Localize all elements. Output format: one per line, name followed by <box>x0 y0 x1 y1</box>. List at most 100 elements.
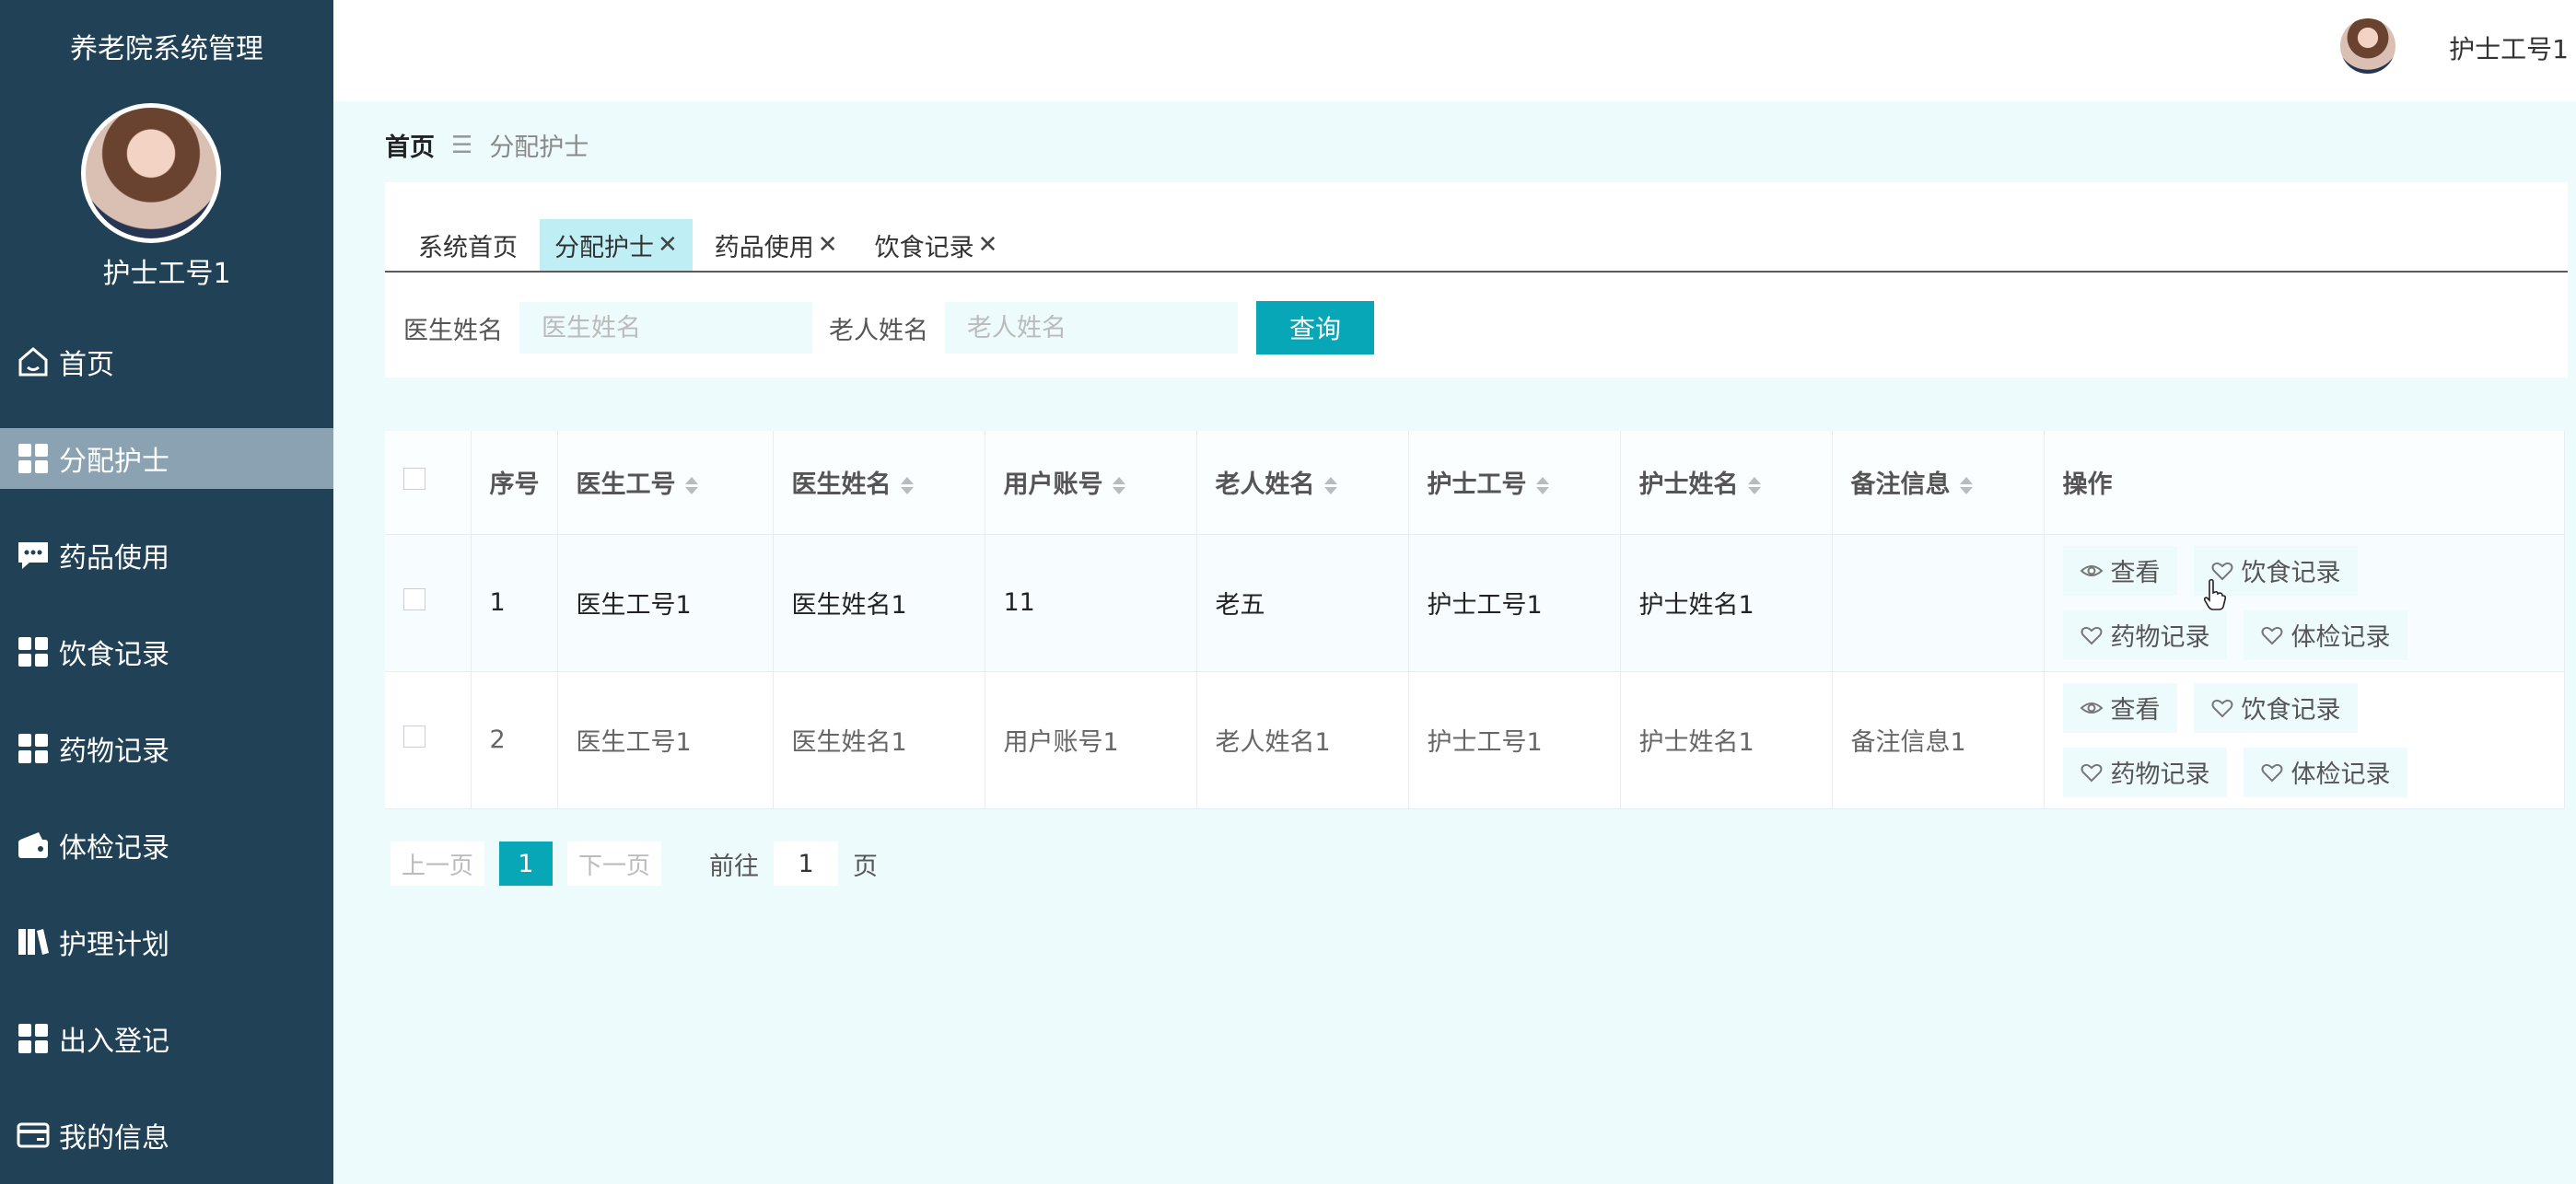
heart-icon <box>2261 626 2282 644</box>
close-icon[interactable]: ✕ <box>658 231 678 259</box>
sidebar-item-checkup-record[interactable]: 体检记录 <box>0 815 333 876</box>
column-header[interactable]: 护士姓名 <box>1620 431 1833 535</box>
table-cell: 护士姓名1 <box>1620 671 1833 809</box>
sort-icon[interactable] <box>1323 477 1337 495</box>
column-header[interactable]: 备注信息 <box>1832 431 2045 535</box>
goto-page-input[interactable] <box>774 842 839 886</box>
hand-cursor-icon <box>2203 578 2227 610</box>
table-cell: 老人姓名1 <box>1196 671 1409 809</box>
close-icon[interactable]: ✕ <box>818 231 838 259</box>
sort-icon[interactable] <box>1535 477 1549 495</box>
column-header[interactable]: 护士工号 <box>1408 431 1621 535</box>
sidebar-menu: 首页 分配护士 药品使用 饮食记录 药物记录 体检记录 护理计划 出入登记 我的… <box>0 331 333 1184</box>
view-button[interactable]: 查看 <box>2062 682 2177 733</box>
close-icon[interactable]: ✕ <box>978 231 998 259</box>
sort-icon[interactable] <box>1959 477 1973 495</box>
avatar[interactable] <box>2340 18 2395 74</box>
sidebar-item-medicine-use[interactable]: 药品使用 <box>0 525 333 586</box>
row-checkbox[interactable] <box>403 725 425 748</box>
heart-icon <box>2261 763 2282 782</box>
doctor-name-input[interactable] <box>519 302 812 354</box>
goto-label: 前往 <box>709 852 760 881</box>
data-table: 序号 医生工号 医生姓名 用户账号 老人姓名 护士工号 护士姓名 备注信息 操作… <box>385 431 2565 809</box>
sidebar-item-label: 护理计划 <box>59 929 169 961</box>
tab-bar: 系统首页 分配护士 ✕ 药品使用 ✕ 饮食记录 ✕ <box>385 219 2568 273</box>
column-header[interactable]: 医生工号 <box>557 431 774 535</box>
grid-icon <box>18 444 48 473</box>
column-header[interactable]: 用户账号 <box>985 431 1197 535</box>
tab-label: 饮食记录 <box>874 233 974 262</box>
column-header: 序号 <box>471 431 558 535</box>
eye-icon <box>2080 564 2103 576</box>
table-cell: 医生姓名1 <box>773 534 985 672</box>
tab-label: 分配护士 <box>554 233 654 262</box>
view-button[interactable]: 查看 <box>2062 545 2177 596</box>
sidebar-item-label: 出入登记 <box>59 1026 169 1058</box>
sidebar-item-label: 饮食记录 <box>59 639 169 671</box>
page-number[interactable]: 1 <box>499 842 554 886</box>
table-header-row: 序号 医生工号 医生姓名 用户账号 老人姓名 护士工号 护士姓名 备注信息 操作 <box>385 431 2565 535</box>
table-cell: 1 <box>471 534 558 672</box>
checkup-record-button[interactable]: 体检记录 <box>2243 609 2407 660</box>
sidebar-item-label: 药物记录 <box>59 736 169 768</box>
sort-icon[interactable] <box>900 477 914 495</box>
column-header[interactable]: 医生姓名 <box>773 431 985 535</box>
drug-record-button[interactable]: 药物记录 <box>2062 747 2227 797</box>
table-cell: 老五 <box>1196 534 1409 672</box>
select-all-checkbox[interactable] <box>403 468 425 491</box>
sidebar-item-entry-exit[interactable]: 出入登记 <box>0 1008 333 1069</box>
sidebar-item-label: 体检记录 <box>59 832 169 865</box>
top-bar: 护士工号1 <box>333 0 2576 101</box>
next-page-button[interactable]: 下一页 <box>567 842 662 886</box>
table-cell: 备注信息1 <box>1832 671 2045 809</box>
table-cell: 11 <box>985 534 1197 672</box>
tab-assign-nurse[interactable]: 分配护士 ✕ <box>540 219 693 271</box>
grid-icon <box>18 734 48 763</box>
sidebar-item-my-info[interactable]: 我的信息 <box>0 1105 333 1166</box>
sidebar-item-home[interactable]: 首页 <box>0 331 333 392</box>
eye-icon <box>2080 702 2103 714</box>
sort-icon[interactable] <box>684 477 698 495</box>
column-header[interactable]: 老人姓名 <box>1196 431 1409 535</box>
sidebar-item-drug-record[interactable]: 药物记录 <box>0 718 333 779</box>
search-form: 医生姓名 老人姓名 查询 <box>403 301 1374 354</box>
sidebar-item-assign-nurse[interactable]: 分配护士 <box>0 428 333 489</box>
sort-icon[interactable] <box>1112 477 1125 495</box>
sidebar: 养老院系统管理 护士工号1 首页 分配护士 药品使用 饮食记录 药物记录 体检记… <box>0 0 333 1184</box>
pagination: 上一页 1 下一页 前往 页 <box>390 842 878 886</box>
chat-icon <box>18 542 48 569</box>
table-cell: 2 <box>471 671 558 809</box>
sidebar-item-label: 药品使用 <box>59 542 169 575</box>
avatar[interactable] <box>81 103 221 243</box>
tab-medicine-use[interactable]: 药品使用 ✕ <box>700 219 853 271</box>
page-suffix: 页 <box>853 852 879 881</box>
checkup-record-button[interactable]: 体检记录 <box>2243 747 2407 797</box>
app-title: 养老院系统管理 <box>70 33 263 65</box>
drug-record-button[interactable]: 药物记录 <box>2062 609 2227 660</box>
table-row: 2 医生工号1 医生姓名1 用户账号1 老人姓名1 护士工号1 护士姓名1 备注… <box>385 671 2565 809</box>
grid-icon <box>18 637 48 667</box>
breadcrumb-current: 分配护士 <box>489 133 589 162</box>
tab-system-home[interactable]: 系统首页 <box>403 219 532 271</box>
diet-record-button[interactable]: 饮食记录 <box>2193 682 2358 733</box>
wallet-icon <box>18 832 48 858</box>
table-cell: 护士工号1 <box>1408 534 1621 672</box>
sidebar-item-label: 我的信息 <box>59 1122 169 1155</box>
actions-cell: 查看 饮食记录 药物记录 体检记录 <box>2044 671 2565 809</box>
tab-diet-record[interactable]: 饮食记录 ✕ <box>860 219 1013 271</box>
content-panel: 系统首页 分配护士 ✕ 药品使用 ✕ 饮食记录 ✕ 医生姓名 老人姓名 查询 <box>385 182 2568 377</box>
sort-icon[interactable] <box>1747 477 1761 495</box>
prev-page-button[interactable]: 上一页 <box>390 842 485 886</box>
breadcrumb-home[interactable]: 首页 <box>385 127 435 163</box>
search-button[interactable]: 查询 <box>1256 301 1374 354</box>
doctor-name-label: 医生姓名 <box>403 316 503 345</box>
row-checkbox[interactable] <box>403 588 425 610</box>
tab-label: 系统首页 <box>418 233 518 262</box>
header-username[interactable]: 护士工号1 <box>2449 29 2569 66</box>
tab-label: 药品使用 <box>714 233 814 262</box>
sidebar-username: 护士工号1 <box>102 258 231 290</box>
table-cell <box>1832 534 2045 672</box>
sidebar-item-care-plan[interactable]: 护理计划 <box>0 911 333 972</box>
elder-name-input[interactable] <box>945 302 1238 354</box>
sidebar-item-diet-record[interactable]: 饮食记录 <box>0 621 333 682</box>
